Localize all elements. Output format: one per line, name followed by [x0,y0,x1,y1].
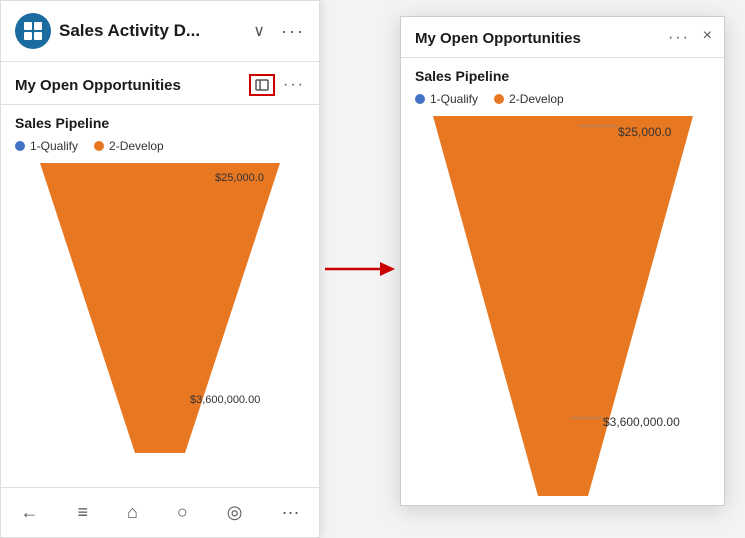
right-chart-section: Sales Pipeline 1-Qualify 2-Develop $25,0… [401,58,724,505]
qualify-dot [15,141,25,151]
bottom-nav: ← ≡ ⌂ ○ ◎ ··· [1,487,319,537]
activity-nav-icon[interactable]: ◎ [217,498,253,527]
develop-dot [94,141,104,151]
svg-text:$3,600,000.00: $3,600,000.00 [190,394,260,406]
left-chart-section: Sales Pipeline 1-Qualify 2-Develop $25,0… [1,105,319,487]
svg-text:$3,600,000.00: $3,600,000.00 [603,415,680,429]
close-button[interactable]: × [703,27,712,45]
left-chart-subtitle: Sales Pipeline [15,115,305,131]
header-more-icon[interactable]: ··· [281,21,305,42]
expand-button[interactable] [249,74,275,96]
section-more-icon[interactable]: ··· [283,76,305,94]
right-legend-item-qualify: 1-Qualify [415,92,478,106]
right-qualify-label: 1-Qualify [430,92,478,106]
svg-text:$25,000.0: $25,000.0 [215,172,264,184]
left-legend: 1-Qualify 2-Develop [15,139,305,153]
right-title: My Open Opportunities [415,30,581,47]
right-qualify-dot [415,94,425,104]
right-more-icon[interactable]: ··· [668,29,690,47]
right-panel: My Open Opportunities ··· × Sales Pipeli… [400,16,725,506]
app-header: Sales Activity D... ∨ ··· [1,1,319,62]
section-header: My Open Opportunities ··· [1,62,319,105]
left-funnel-svg: $25,000.0 $3,600,000.00 [30,163,290,463]
section-title: My Open Opportunities [15,77,181,94]
left-legend-item-qualify: 1-Qualify [15,139,78,153]
right-header: My Open Opportunities ··· × [401,17,724,58]
right-chart-subtitle: Sales Pipeline [415,68,710,84]
section-actions: ··· [249,74,305,96]
chevron-down-icon[interactable]: ∨ [253,21,265,41]
svg-text:$25,000.0: $25,000.0 [618,125,672,139]
back-nav-icon[interactable]: ← [11,498,49,527]
right-header-content: My Open Opportunities ··· × [415,29,710,47]
home-nav-icon[interactable]: ⌂ [117,498,148,527]
arrow-icon [325,254,395,284]
menu-nav-icon[interactable]: ≡ [68,498,99,527]
more-nav-icon[interactable]: ··· [271,498,309,527]
right-legend: 1-Qualify 2-Develop [415,92,710,106]
develop-label: 2-Develop [109,139,164,153]
left-panel: Sales Activity D... ∨ ··· My Open Opport… [0,0,320,538]
search-nav-icon[interactable]: ○ [167,498,198,527]
arrow-container [320,0,400,538]
right-legend-item-develop: 2-Develop [494,92,564,106]
left-funnel-chart: $25,000.0 $3,600,000.00 [15,163,305,477]
right-funnel-chart: $25,000.0 $3,600,000.00 [415,116,710,505]
right-develop-label: 2-Develop [509,92,564,106]
left-legend-item-develop: 2-Develop [94,139,164,153]
right-develop-dot [494,94,504,104]
main-scene: Sales Activity D... ∨ ··· My Open Opport… [0,0,745,538]
qualify-label: 1-Qualify [30,139,78,153]
app-icon [15,13,51,49]
app-title: Sales Activity D... [59,21,243,41]
right-funnel-svg: $25,000.0 $3,600,000.00 [423,116,703,505]
